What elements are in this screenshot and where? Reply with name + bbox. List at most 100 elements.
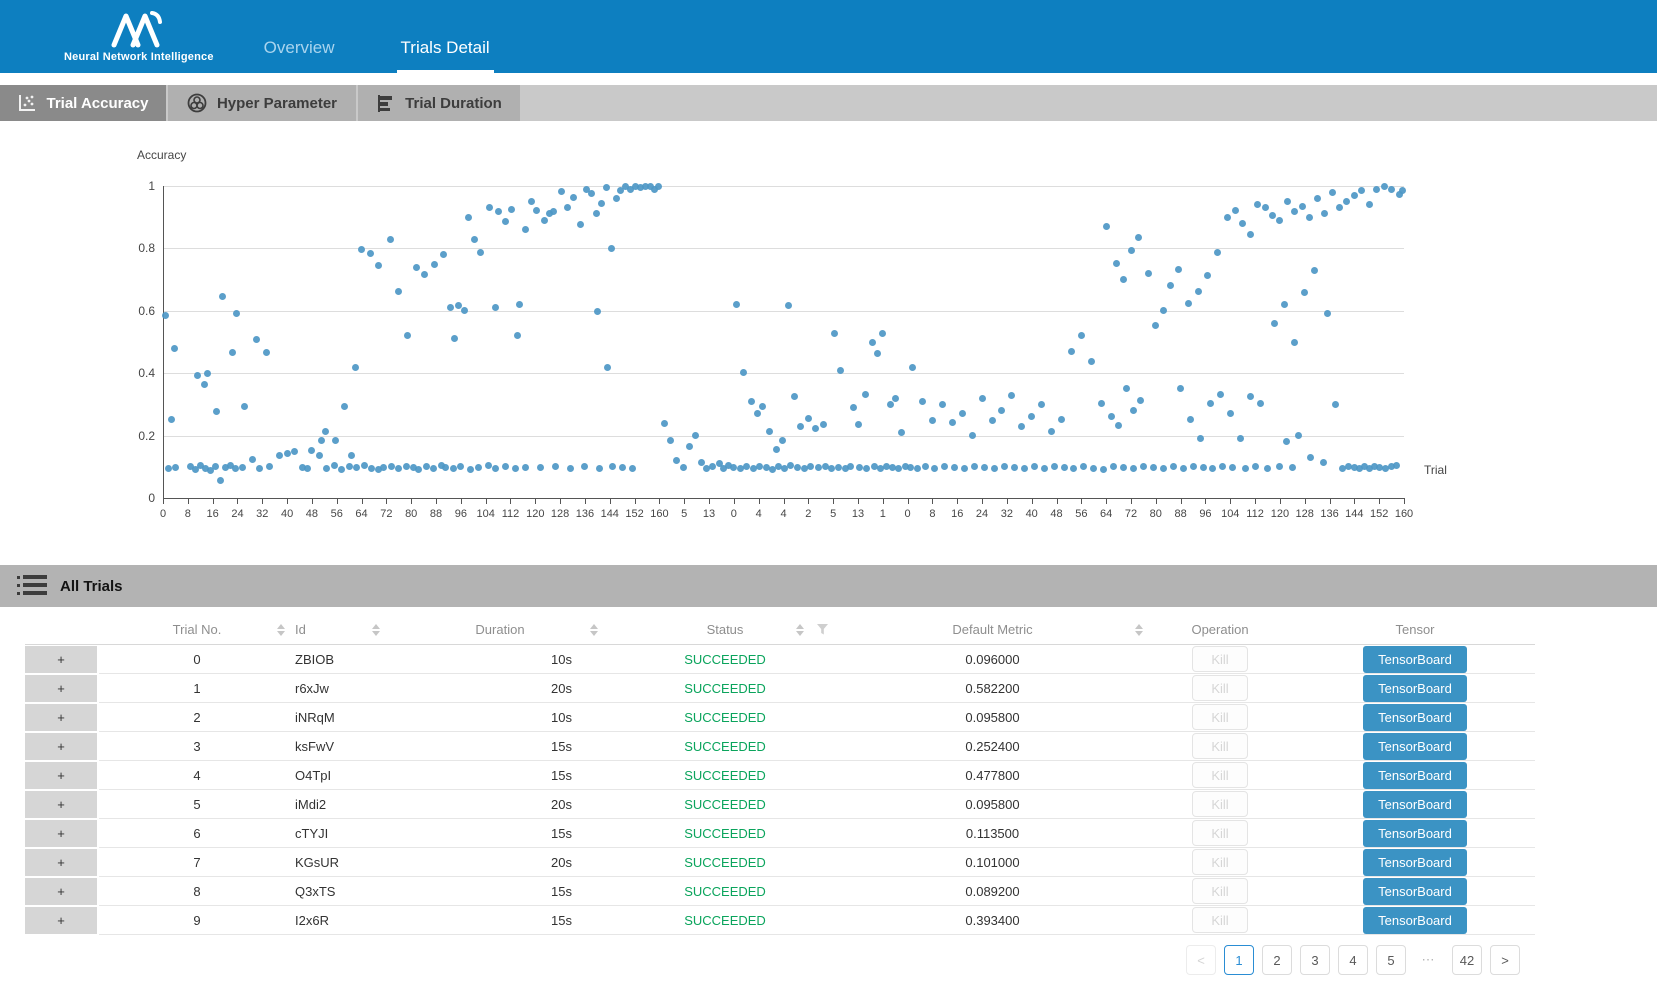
scatter-point[interactable] — [740, 369, 747, 376]
scatter-point[interactable] — [1321, 210, 1328, 217]
tensorboard-button[interactable]: TensorBoard — [1363, 733, 1467, 760]
scatter-point[interactable] — [249, 456, 256, 463]
scatter-point[interactable] — [1358, 187, 1365, 194]
scatter-point[interactable] — [1098, 400, 1105, 407]
scatter-point[interactable] — [450, 465, 457, 472]
scatter-point[interactable] — [1314, 195, 1321, 202]
scatter-point[interactable] — [522, 464, 529, 471]
scatter-point[interactable] — [1160, 307, 1167, 314]
scatter-point[interactable] — [316, 452, 323, 459]
scatter-point[interactable] — [837, 367, 844, 374]
scatter-point[interactable] — [1242, 465, 1249, 472]
scatter-point[interactable] — [879, 330, 886, 337]
scatter-point[interactable] — [338, 466, 345, 473]
kill-button[interactable]: Kill — [1192, 704, 1248, 730]
scatter-point[interactable] — [686, 443, 693, 450]
scatter-point[interactable] — [673, 457, 680, 464]
scatter-point[interactable] — [979, 395, 986, 402]
kill-button[interactable]: Kill — [1192, 733, 1248, 759]
scatter-point[interactable] — [929, 417, 936, 424]
tab-hyper-parameter[interactable]: Hyper Parameter — [168, 85, 356, 121]
scatter-point[interactable] — [1324, 310, 1331, 317]
scatter-point[interactable] — [1187, 416, 1194, 423]
scatter-point[interactable] — [358, 246, 365, 253]
scatter-point[interactable] — [1011, 464, 1018, 471]
scatter-point[interactable] — [1336, 204, 1343, 211]
row-expander-button[interactable]: + — [25, 819, 99, 848]
scatter-point[interactable] — [461, 307, 468, 314]
filter-icon[interactable] — [817, 624, 828, 635]
row-expander-button[interactable]: + — [25, 848, 99, 877]
scatter-point[interactable] — [332, 437, 339, 444]
tensorboard-button[interactable]: TensorBoard — [1363, 849, 1467, 876]
kill-button[interactable]: Kill — [1192, 878, 1248, 904]
scatter-point[interactable] — [537, 464, 544, 471]
scatter-point[interactable] — [797, 423, 804, 430]
scatter-point[interactable] — [1306, 214, 1313, 221]
sort-icon-trial-no[interactable] — [277, 624, 285, 636]
scatter-point[interactable] — [440, 251, 447, 258]
scatter-point[interactable] — [603, 184, 610, 191]
scatter-point[interactable] — [485, 462, 492, 469]
scatter-point[interactable] — [1028, 413, 1035, 420]
scatter-point[interactable] — [1021, 465, 1028, 472]
kill-button[interactable]: Kill — [1192, 762, 1248, 788]
row-expander-button[interactable]: + — [25, 732, 99, 761]
pagination-page-5[interactable]: 5 — [1376, 945, 1406, 975]
scatter-point[interactable] — [353, 464, 360, 471]
scatter-point[interactable] — [1264, 465, 1271, 472]
scatter-point[interactable] — [346, 463, 353, 470]
scatter-point[interactable] — [971, 463, 978, 470]
scatter-point[interactable] — [395, 465, 402, 472]
scatter-point[interactable] — [1393, 462, 1400, 469]
tab-trial-accuracy[interactable]: Trial Accuracy — [0, 85, 166, 121]
scatter-point[interactable] — [367, 250, 374, 257]
scatter-point[interactable] — [375, 262, 382, 269]
scatter-point[interactable] — [322, 428, 329, 435]
scatter-point[interactable] — [1078, 332, 1085, 339]
scatter-point[interactable] — [1388, 186, 1395, 193]
scatter-point[interactable] — [898, 429, 905, 436]
scatter-point[interactable] — [502, 463, 509, 470]
scatter-point[interactable] — [594, 308, 601, 315]
scatter-point[interactable] — [564, 204, 571, 211]
scatter-point[interactable] — [239, 464, 246, 471]
scatter-point[interactable] — [1399, 187, 1406, 194]
scatter-point[interactable] — [1080, 463, 1087, 470]
scatter-point[interactable] — [1058, 416, 1065, 423]
scatter-point[interactable] — [1332, 401, 1339, 408]
scatter-point[interactable] — [1307, 454, 1314, 461]
pagination-page-4[interactable]: 4 — [1338, 945, 1368, 975]
scatter-point[interactable] — [308, 447, 315, 454]
pagination-prev-button[interactable]: < — [1186, 945, 1216, 975]
scatter-point[interactable] — [655, 183, 662, 190]
row-expander-button[interactable]: + — [25, 703, 99, 732]
scatter-point[interactable] — [508, 206, 515, 213]
scatter-point[interactable] — [276, 452, 283, 459]
scatter-point[interactable] — [1031, 463, 1038, 470]
sort-icon-default-metric[interactable] — [1135, 624, 1143, 636]
scatter-point[interactable] — [1088, 358, 1095, 365]
scatter-point[interactable] — [1254, 201, 1261, 208]
scatter-point[interactable] — [395, 288, 402, 295]
scatter-point[interactable] — [951, 464, 958, 471]
kill-button[interactable]: Kill — [1192, 820, 1248, 846]
scatter-point[interactable] — [415, 466, 422, 473]
scatter-point[interactable] — [1247, 231, 1254, 238]
scatter-point[interactable] — [558, 188, 565, 195]
scatter-point[interactable] — [552, 463, 559, 470]
scatter-point[interactable] — [733, 301, 740, 308]
scatter-point[interactable] — [1262, 204, 1269, 211]
scatter-point[interactable] — [1271, 320, 1278, 327]
scatter-point[interactable] — [1229, 464, 1236, 471]
pagination-page-3[interactable]: 3 — [1300, 945, 1330, 975]
scatter-point[interactable] — [212, 463, 219, 470]
scatter-point[interactable] — [609, 463, 616, 470]
scatter-point[interactable] — [241, 403, 248, 410]
scatter-point[interactable] — [1252, 463, 1259, 470]
scatter-point[interactable] — [1150, 464, 1157, 471]
tab-trial-duration[interactable]: Trial Duration — [358, 85, 520, 121]
scatter-point[interactable] — [1090, 465, 1097, 472]
scatter-point[interactable] — [1160, 465, 1167, 472]
scatter-point[interactable] — [1311, 267, 1318, 274]
